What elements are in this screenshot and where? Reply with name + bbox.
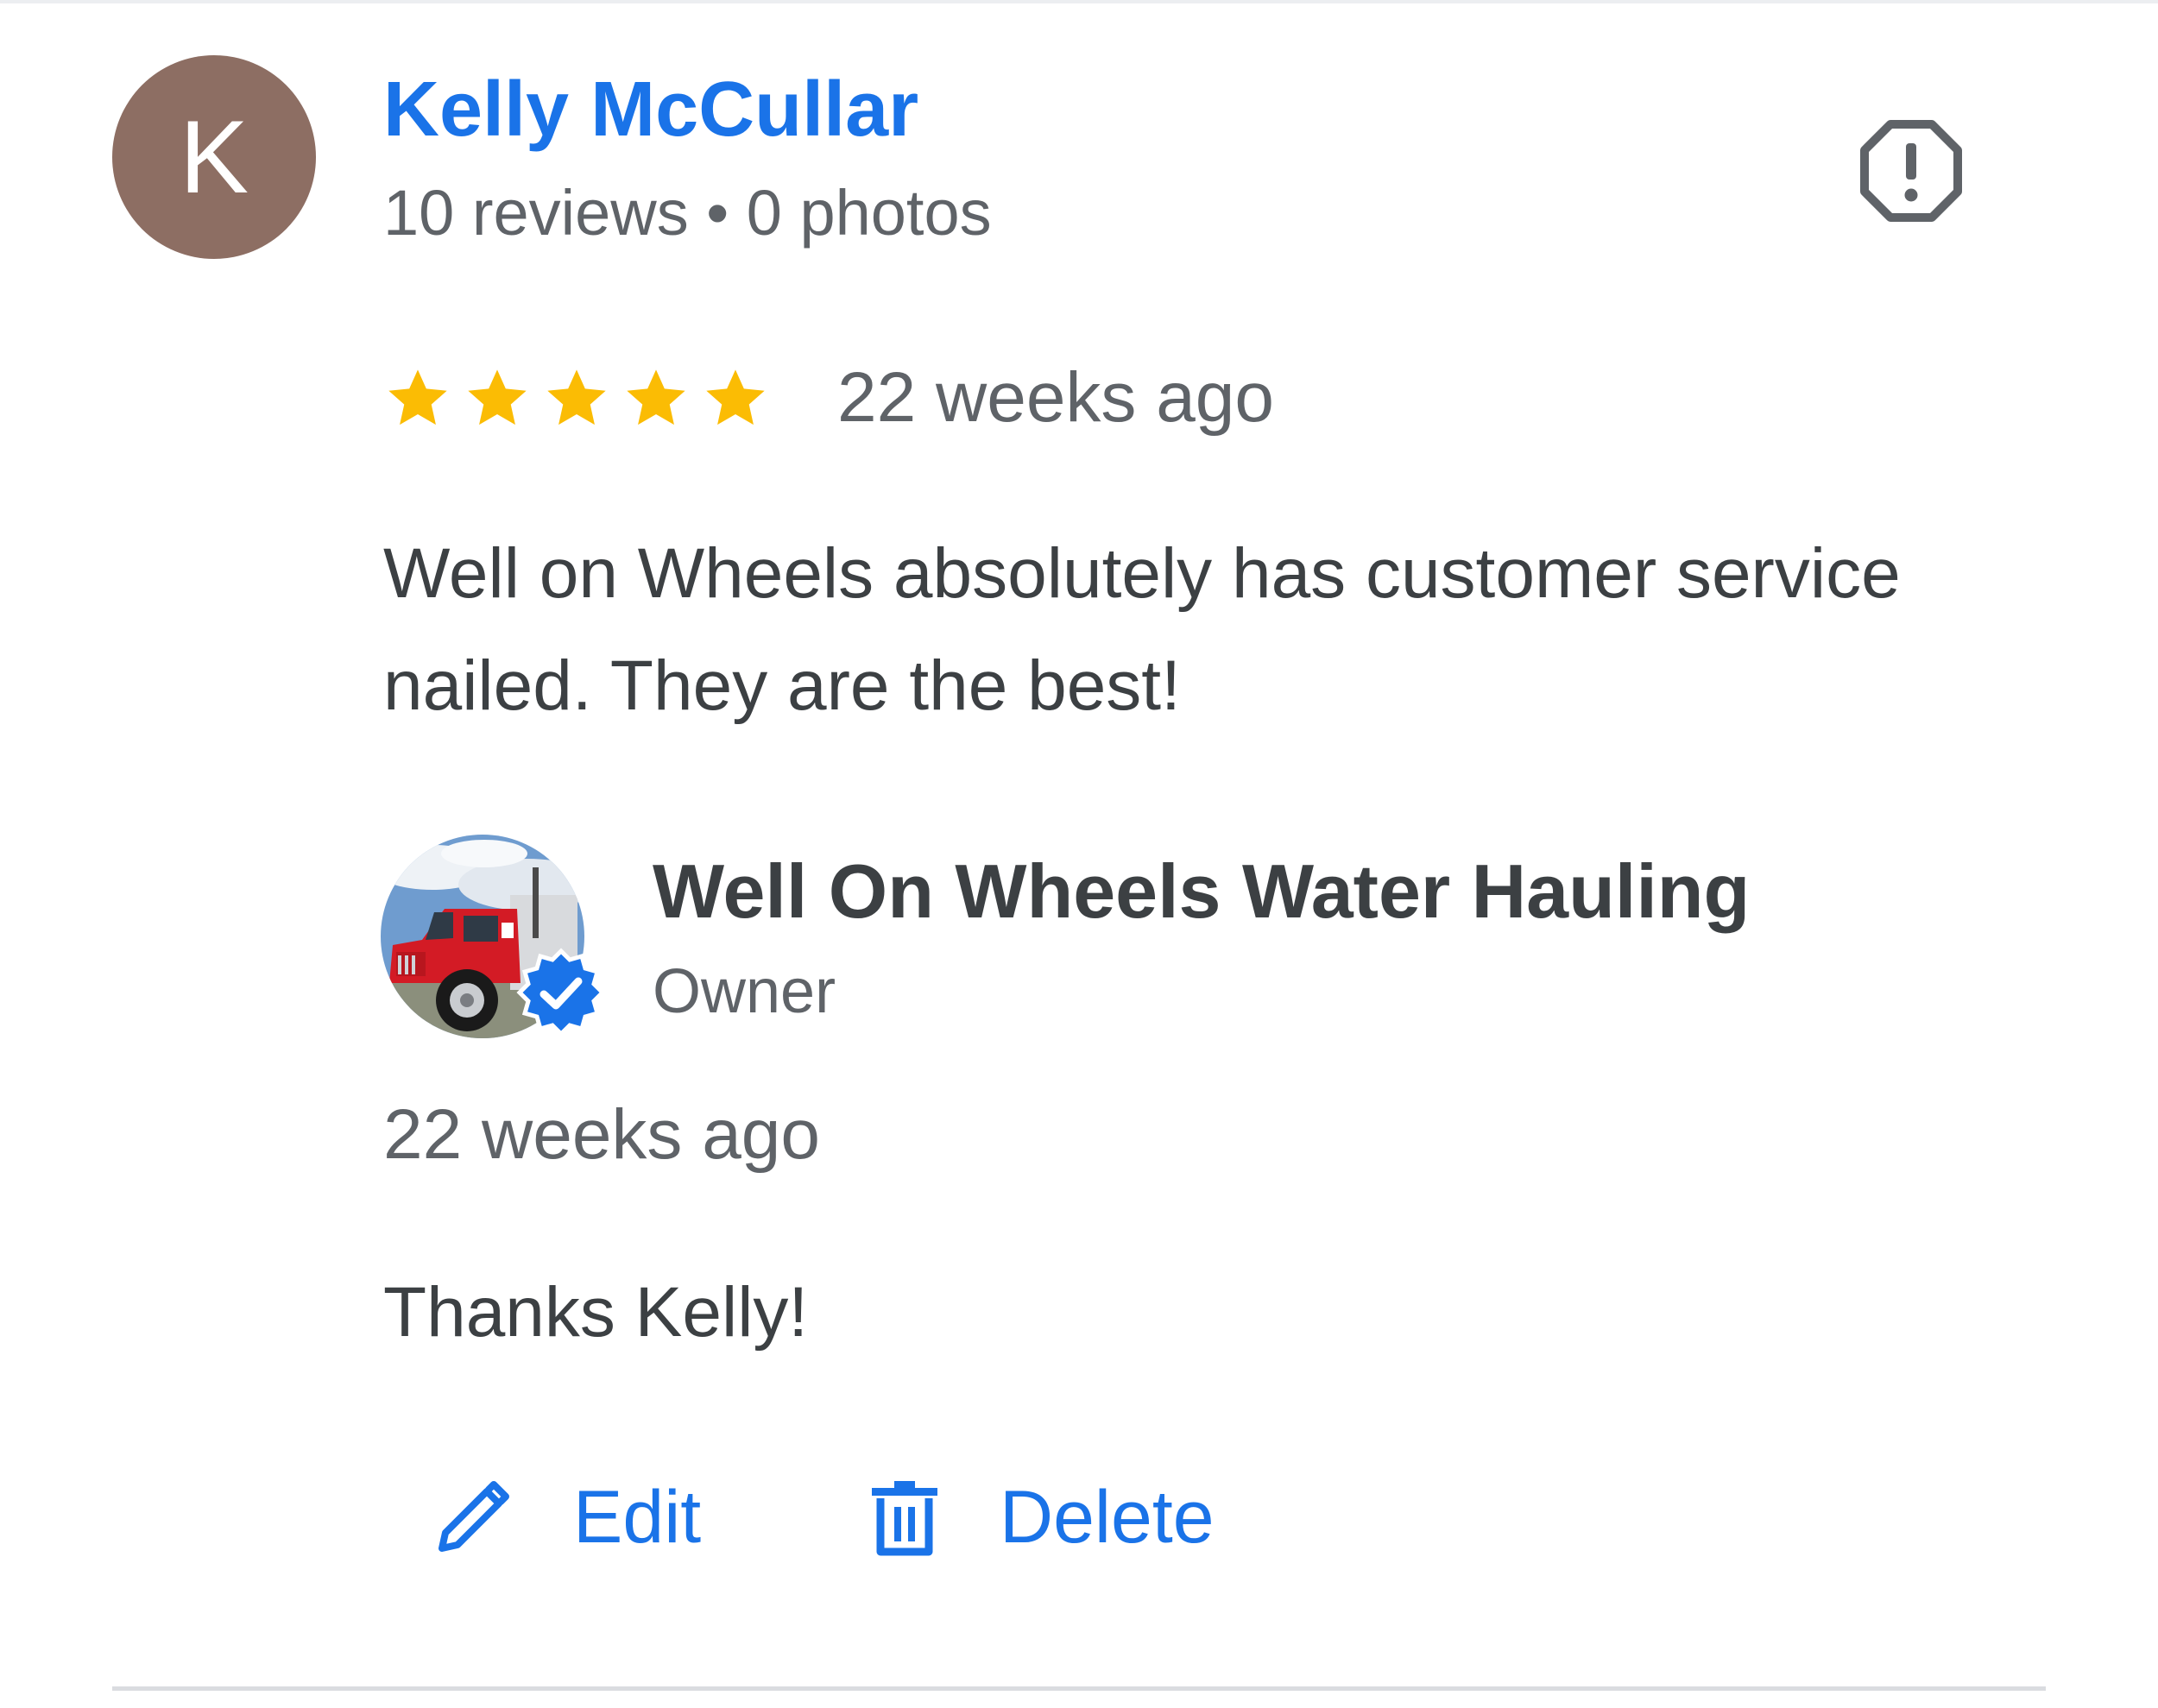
report-flag-icon	[1860, 120, 1962, 222]
reviewer-name[interactable]: Kelly McCullar	[383, 66, 918, 154]
review-divider	[112, 1686, 2046, 1691]
review-text: Well on Wheels absolutely has customer s…	[383, 534, 1901, 725]
edit-button[interactable]: Edit	[432, 1459, 701, 1576]
trash-icon	[872, 1481, 937, 1556]
rating-row: 22 weeks ago	[383, 350, 1274, 445]
verified-badge-icon	[516, 948, 606, 1037]
star-icon	[706, 369, 765, 425]
delete-button[interactable]: Delete	[863, 1459, 1215, 1576]
star-icon	[468, 369, 527, 425]
review-date: 22 weeks ago	[837, 358, 1275, 437]
star-icon	[547, 369, 606, 425]
reviewer-stats: 10 reviews • 0 photos	[383, 177, 992, 249]
owner-name: Well On Wheels Water Hauling	[653, 848, 1751, 934]
star-rating	[383, 363, 780, 432]
reply-text: Thanks Kelly!	[383, 1273, 809, 1352]
top-divider	[0, 0, 2158, 3]
report-review-button[interactable]	[1858, 117, 1965, 224]
edit-label: Edit	[573, 1475, 702, 1559]
delete-label: Delete	[1000, 1475, 1215, 1559]
star-icon	[388, 369, 447, 425]
star-icon	[627, 369, 685, 425]
reply-date: 22 weeks ago	[383, 1095, 821, 1174]
avatar-letter: K	[179, 99, 249, 215]
pencil-icon	[439, 1481, 509, 1552]
owner-role: Owner	[653, 957, 836, 1026]
reviewer-avatar[interactable]: K	[112, 55, 316, 259]
